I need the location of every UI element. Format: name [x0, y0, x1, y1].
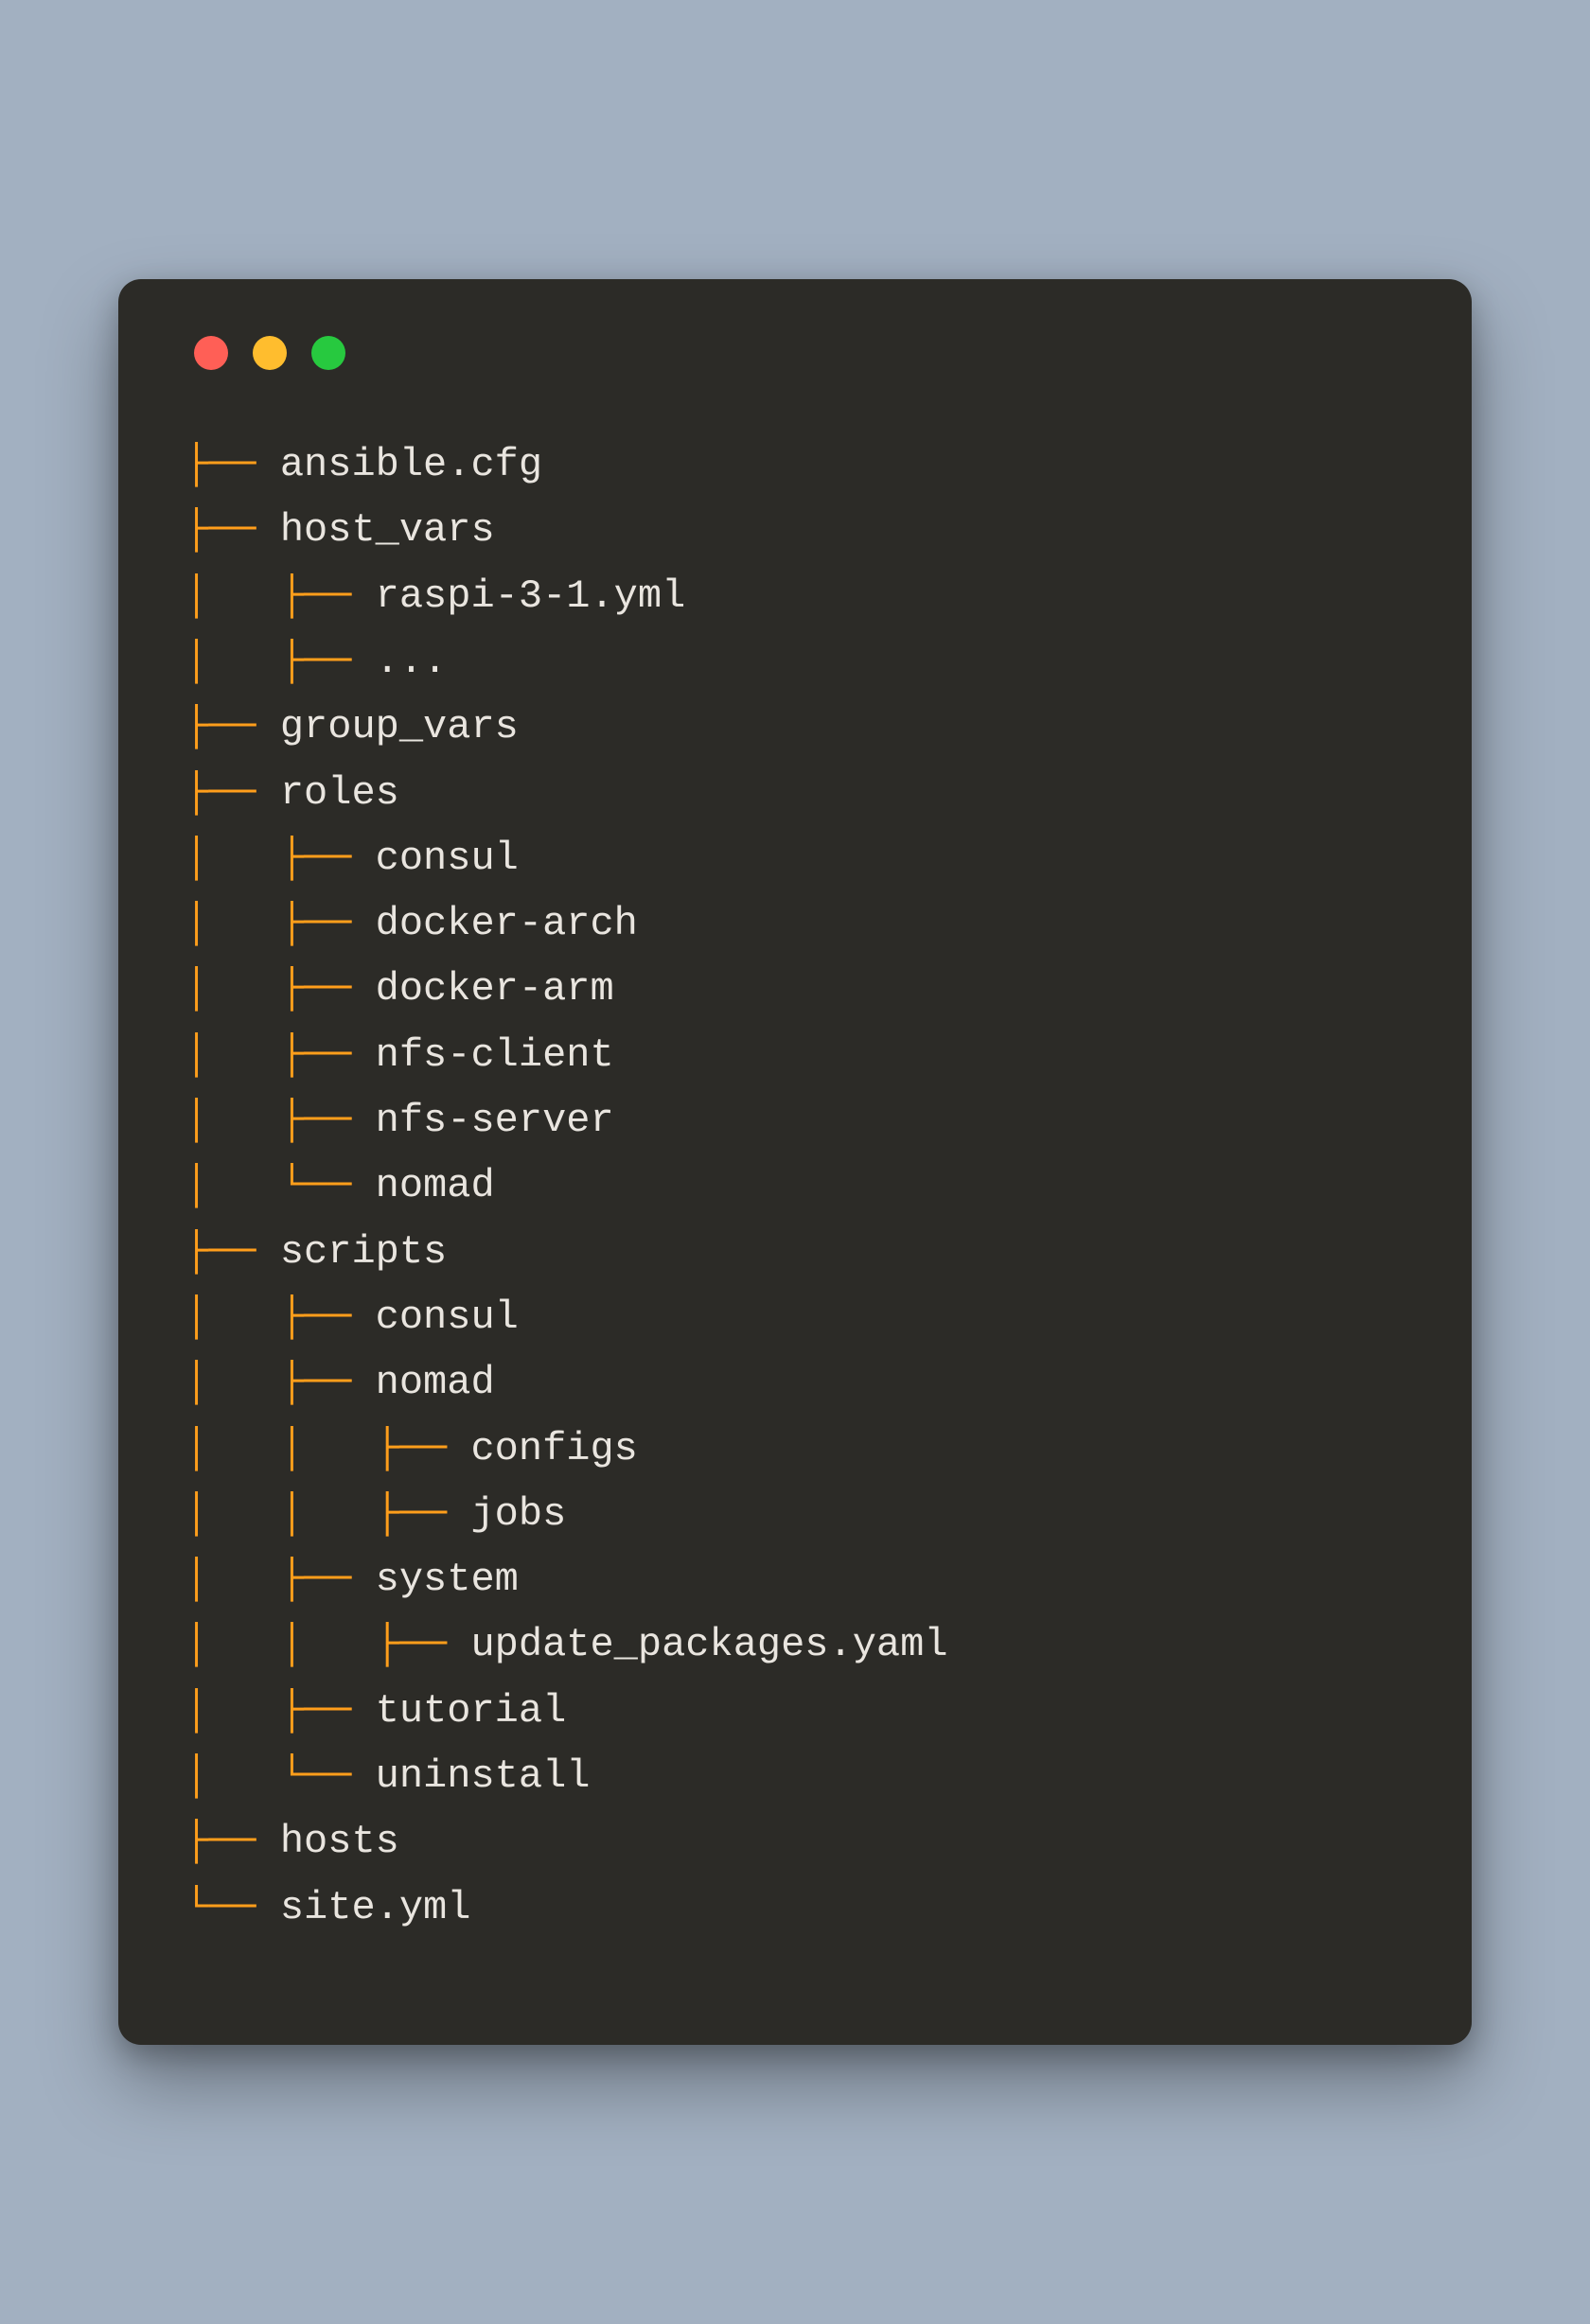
- tree-branch: ├──: [185, 1229, 280, 1275]
- tree-line: ├── roles: [185, 761, 1405, 826]
- tree-branch: └──: [185, 1885, 280, 1930]
- tree-entry-name: nomad: [376, 1360, 495, 1405]
- tree-entry-name: nomad: [376, 1163, 495, 1208]
- tree-line: │ │ ├── update_packages.yaml: [185, 1612, 1405, 1678]
- tree-line: ├── scripts: [185, 1220, 1405, 1285]
- tree-entry-name: hosts: [280, 1819, 399, 1864]
- tree-branch: │ │ ├──: [185, 1622, 470, 1667]
- tree-line: │ ├── system: [185, 1547, 1405, 1612]
- tree-line: │ ├── raspi-3-1.yml: [185, 564, 1405, 629]
- tree-entry-name: scripts: [280, 1229, 447, 1275]
- window-controls: [185, 336, 1405, 370]
- tree-entry-name: nfs-client: [376, 1032, 614, 1078]
- tree-entry-name: jobs: [470, 1491, 566, 1537]
- tree-line: ├── host_vars: [185, 498, 1405, 563]
- tree-branch: │ ├──: [185, 1032, 376, 1078]
- tree-branch: │ ├──: [185, 836, 376, 881]
- tree-entry-name: consul: [376, 836, 519, 881]
- tree-line: │ ├── consul: [185, 826, 1405, 891]
- tree-branch: │ └──: [185, 1163, 376, 1208]
- tree-line: └── site.yml: [185, 1875, 1405, 1941]
- tree-entry-name: consul: [376, 1294, 519, 1340]
- tree-branch: │ │ ├──: [185, 1426, 470, 1471]
- tree-entry-name: update_packages.yaml: [470, 1622, 947, 1667]
- tree-branch: │ ├──: [185, 1688, 376, 1734]
- tree-line: │ ├── tutorial: [185, 1679, 1405, 1744]
- tree-branch: │ ├──: [185, 1360, 376, 1405]
- tree-branch: │ └──: [185, 1753, 376, 1799]
- tree-branch: │ ├──: [185, 1557, 376, 1602]
- tree-entry-name: docker-arm: [376, 966, 614, 1012]
- tree-entry-name: raspi-3-1.yml: [376, 573, 686, 619]
- tree-line: │ ├── docker-arch: [185, 891, 1405, 957]
- tree-line: │ ├── nfs-client: [185, 1023, 1405, 1088]
- tree-entry-name: nfs-server: [376, 1098, 614, 1143]
- maximize-icon[interactable]: [311, 336, 345, 370]
- tree-line: ├── hosts: [185, 1809, 1405, 1875]
- tree-line: │ ├── ...: [185, 629, 1405, 695]
- tree-entry-name: group_vars: [280, 704, 519, 749]
- tree-line: │ └── nomad: [185, 1153, 1405, 1219]
- tree-entry-name: system: [376, 1557, 519, 1602]
- tree-entry-name: ansible.cfg: [280, 442, 542, 487]
- tree-line: ├── ansible.cfg: [185, 432, 1405, 498]
- tree-entry-name: host_vars: [280, 507, 495, 553]
- tree-branch: ├──: [185, 507, 280, 553]
- tree-branch: ├──: [185, 704, 280, 749]
- tree-line: │ │ ├── jobs: [185, 1482, 1405, 1547]
- tree-branch: │ ├──: [185, 1294, 376, 1340]
- tree-branch: │ │ ├──: [185, 1491, 470, 1537]
- tree-line: │ ├── docker-arm: [185, 957, 1405, 1022]
- tree-line: │ └── uninstall: [185, 1744, 1405, 1809]
- tree-branch: │ ├──: [185, 639, 376, 684]
- directory-tree: ├── ansible.cfg├── host_vars│ ├── raspi-…: [185, 432, 1405, 1941]
- tree-line: │ │ ├── configs: [185, 1417, 1405, 1482]
- tree-entry-name: configs: [470, 1426, 637, 1471]
- tree-branch: │ ├──: [185, 1098, 376, 1143]
- tree-entry-name: uninstall: [376, 1753, 591, 1799]
- close-icon[interactable]: [194, 336, 228, 370]
- tree-branch: │ ├──: [185, 573, 376, 619]
- terminal-window: ├── ansible.cfg├── host_vars│ ├── raspi-…: [118, 279, 1472, 2045]
- tree-entry-name: roles: [280, 770, 399, 816]
- tree-entry-name: tutorial: [376, 1688, 567, 1734]
- tree-branch: │ ├──: [185, 901, 376, 946]
- tree-branch: │ ├──: [185, 966, 376, 1012]
- tree-branch: ├──: [185, 1819, 280, 1864]
- tree-branch: ├──: [185, 442, 280, 487]
- tree-line: │ ├── consul: [185, 1285, 1405, 1350]
- tree-entry-name: site.yml: [280, 1885, 471, 1930]
- tree-line: │ ├── nomad: [185, 1350, 1405, 1416]
- tree-entry-name: docker-arch: [376, 901, 638, 946]
- tree-branch: ├──: [185, 770, 280, 816]
- tree-line: ├── group_vars: [185, 695, 1405, 760]
- minimize-icon[interactable]: [253, 336, 287, 370]
- tree-line: │ ├── nfs-server: [185, 1088, 1405, 1153]
- tree-entry-name: ...: [376, 639, 448, 684]
